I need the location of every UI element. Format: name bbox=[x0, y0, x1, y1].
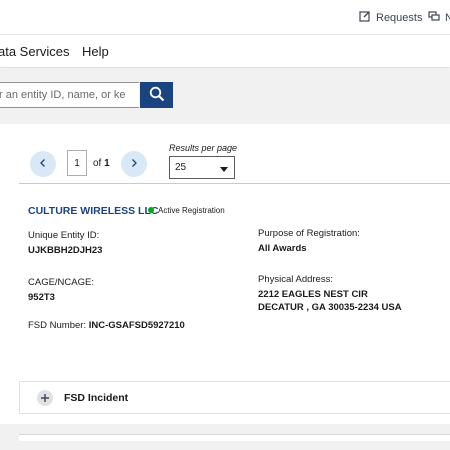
next-card-edge bbox=[19, 434, 450, 441]
caret-down-icon bbox=[220, 165, 228, 176]
status-badge: Active Registration bbox=[158, 206, 225, 215]
status-dot-icon bbox=[148, 207, 154, 213]
search-button[interactable] bbox=[140, 82, 173, 108]
next-page-button[interactable] bbox=[121, 151, 147, 177]
uei-value: UJKBBH2DJH23 bbox=[28, 245, 103, 256]
notifications-label: N bbox=[445, 11, 450, 24]
results-per-page-select[interactable]: 25 bbox=[169, 156, 235, 179]
nav-item-help[interactable]: Help bbox=[82, 44, 109, 59]
divider bbox=[19, 183, 450, 184]
edit-icon bbox=[359, 10, 371, 25]
entity-name-link[interactable]: CULTURE WIRELESS LLC bbox=[28, 205, 158, 217]
notifications-link[interactable]: N bbox=[428, 10, 450, 25]
cage-value: 952T3 bbox=[28, 292, 55, 303]
of-label: of bbox=[93, 158, 102, 169]
total-pages: 1 bbox=[104, 158, 110, 169]
search-icon bbox=[149, 86, 165, 105]
address-label: Physical Address: bbox=[258, 274, 333, 285]
chevron-right-icon bbox=[129, 155, 139, 173]
top-utility-bar: Requests N bbox=[0, 0, 450, 35]
results-per-page-label: Results per page bbox=[169, 143, 238, 153]
results-per-page-value: 25 bbox=[175, 162, 187, 173]
nav-item-data-services[interactable]: ata Services bbox=[0, 44, 70, 59]
address-line-2: DECATUR , GA 30035-2234 USA bbox=[258, 302, 402, 313]
plus-icon bbox=[37, 390, 53, 406]
chevron-left-icon bbox=[38, 155, 48, 173]
fsd-value: INC-GSAFSD5927210 bbox=[88, 320, 185, 331]
fsd-incident-accordion[interactable]: FSD Incident bbox=[19, 381, 450, 414]
page-count: of 1 bbox=[93, 158, 110, 169]
purpose-value: All Awards bbox=[258, 243, 307, 254]
address-line-1: 2212 EAGLES NEST CIR bbox=[258, 289, 368, 300]
purpose-label: Purpose of Registration: bbox=[258, 228, 360, 239]
prev-page-button[interactable] bbox=[30, 151, 56, 177]
fsd-label: FSD Number: bbox=[28, 320, 87, 331]
page-number-input[interactable]: 1 bbox=[67, 150, 87, 176]
requests-label: Requests bbox=[376, 11, 423, 24]
chat-icon bbox=[428, 10, 440, 25]
requests-link[interactable]: Requests bbox=[359, 10, 422, 25]
accordion-label: FSD Incident bbox=[64, 392, 129, 404]
fsd-number: FSD Number: INC-GSAFSD5927210 bbox=[28, 320, 185, 331]
main-nav: ata Services Help bbox=[0, 35, 450, 67]
search-input[interactable] bbox=[0, 82, 139, 108]
cage-label: CAGE/NCAGE: bbox=[28, 277, 94, 288]
uei-label: Unique Entity ID: bbox=[28, 230, 100, 241]
